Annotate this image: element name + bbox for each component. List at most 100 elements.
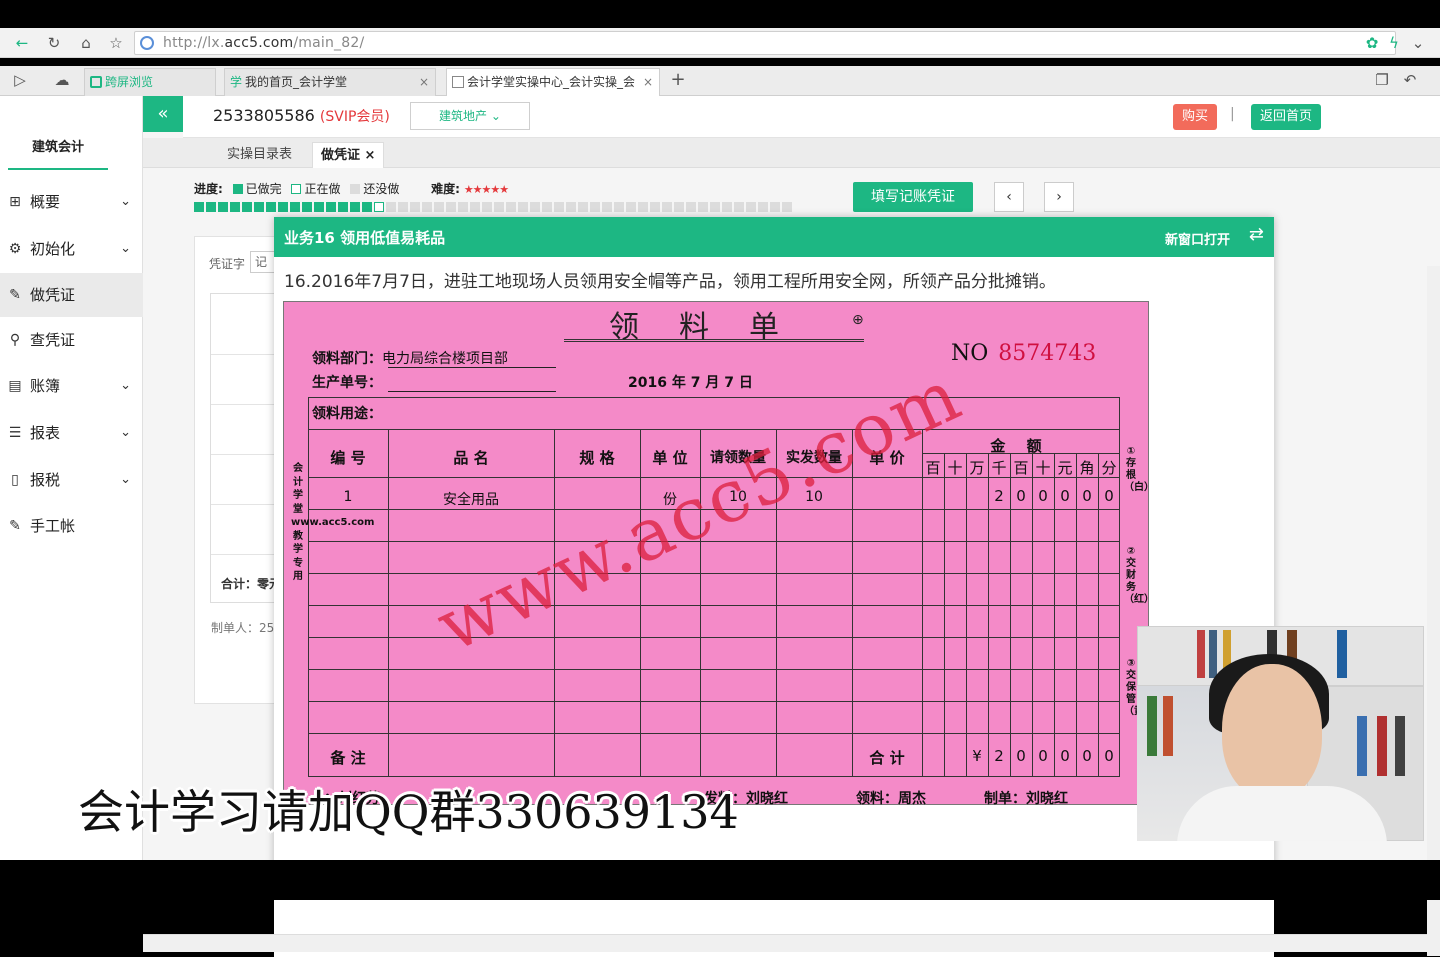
progress-square[interactable]: [254, 202, 264, 212]
buy-button[interactable]: 购买: [1173, 104, 1217, 130]
progress-square[interactable]: [566, 202, 576, 212]
tab-make-voucher[interactable]: 做凭证 ×: [312, 142, 385, 168]
cloud-icon[interactable]: ☁: [52, 70, 72, 90]
voucher-form-background: 凭证字 记 合计：零元 制单人：25: [194, 236, 286, 704]
progress-square[interactable]: [638, 202, 648, 212]
horizontal-scrollbar[interactable]: [143, 934, 1427, 952]
vertical-scrollbar[interactable]: [1427, 266, 1440, 956]
progress-square[interactable]: [218, 202, 228, 212]
menu-chevron-icon[interactable]: ⌄: [1408, 33, 1428, 53]
progress-square[interactable]: [554, 202, 564, 212]
url-path: /main_82/: [293, 35, 365, 51]
undo-icon[interactable]: ↶: [1400, 70, 1420, 90]
progress-square[interactable]: [266, 202, 276, 212]
book: [1337, 630, 1347, 678]
progress-square[interactable]: [734, 202, 744, 212]
sidebar-item-overview[interactable]: ⊞ 概要 ⌄: [0, 180, 143, 224]
progress-square[interactable]: [530, 202, 540, 212]
progress-square[interactable]: [374, 202, 384, 212]
sync-icon[interactable]: ✿: [1362, 33, 1382, 53]
progress-square[interactable]: [194, 202, 204, 212]
refresh-icon[interactable]: ↻: [44, 33, 64, 53]
progress-square[interactable]: [674, 202, 684, 212]
progress-square[interactable]: [782, 202, 792, 212]
fill-voucher-button[interactable]: 填写记账凭证: [853, 182, 973, 212]
sidebar-item-manual[interactable]: ✎ 手工帐: [0, 504, 143, 548]
tab-cross-screen[interactable]: 跨屏浏览: [84, 68, 216, 96]
sidebar-item-tax[interactable]: ▯ 报税 ⌄: [0, 458, 143, 502]
progress-square[interactable]: [614, 202, 624, 212]
modal-title: 业务16 领用低值易耗品: [284, 229, 446, 247]
sidebar-item-reports[interactable]: ☰ 报表 ⌄: [0, 411, 143, 455]
collapse-sidebar-button[interactable]: «: [143, 96, 183, 132]
tab-practice-center[interactable]: 会计学堂实操中心_会计实操_会 ×: [446, 68, 660, 96]
progress-square[interactable]: [302, 202, 312, 212]
star-icon[interactable]: ☆: [106, 33, 126, 53]
progress-square[interactable]: [662, 202, 672, 212]
window-icon[interactable]: ❐: [1372, 70, 1392, 90]
tab-practice-catalog[interactable]: 实操目录表: [219, 142, 300, 168]
progress-square[interactable]: [770, 202, 780, 212]
sidebar-item-make-voucher[interactable]: ✎ 做凭证: [0, 273, 143, 317]
progress-square[interactable]: [422, 202, 432, 212]
close-icon[interactable]: ×: [419, 69, 429, 96]
subtab-bar: 实操目录表 做凭证 ×: [143, 138, 1440, 168]
progress-square[interactable]: [470, 202, 480, 212]
progress-square[interactable]: [434, 202, 444, 212]
industry-dropdown[interactable]: 建筑地产 ⌄: [410, 102, 530, 130]
home-icon[interactable]: ⌂: [76, 33, 96, 53]
next-button[interactable]: ›: [1044, 182, 1074, 212]
progress-square[interactable]: [398, 202, 408, 212]
url-field[interactable]: http://lx.acc5.com/main_82/: [134, 31, 1396, 55]
header-separator: |: [1230, 106, 1235, 122]
swap-icon[interactable]: ⇄: [1249, 224, 1264, 245]
return-home-button[interactable]: 返回首页: [1251, 104, 1321, 130]
back-icon[interactable]: ←: [12, 33, 32, 53]
progress-square[interactable]: [758, 202, 768, 212]
progress-square[interactable]: [362, 202, 372, 212]
progress-square[interactable]: [242, 202, 252, 212]
progress-square[interactable]: [686, 202, 696, 212]
progress-square[interactable]: [542, 202, 552, 212]
progress-square[interactable]: [494, 202, 504, 212]
progress-square[interactable]: [482, 202, 492, 212]
progress-square[interactable]: [326, 202, 336, 212]
url-domain: acc5.com: [224, 35, 294, 51]
header-name: 品 名: [453, 449, 489, 467]
sidebar-toggle-icon[interactable]: ▷: [10, 70, 30, 90]
progress-square[interactable]: [338, 202, 348, 212]
progress-square[interactable]: [722, 202, 732, 212]
progress-square[interactable]: [710, 202, 720, 212]
close-icon[interactable]: ×: [643, 69, 653, 96]
progress-square[interactable]: [230, 202, 240, 212]
progress-square[interactable]: [446, 202, 456, 212]
progress-square[interactable]: [650, 202, 660, 212]
open-new-window-link[interactable]: 新窗口打开: [1165, 229, 1230, 248]
progress-square[interactable]: [314, 202, 324, 212]
chevron-down-icon: ⌄: [120, 472, 131, 487]
progress-square[interactable]: [746, 202, 756, 212]
progress-square[interactable]: [626, 202, 636, 212]
progress-square[interactable]: [386, 202, 396, 212]
bolt-icon[interactable]: ϟ: [1384, 33, 1404, 53]
progress-square[interactable]: [698, 202, 708, 212]
tab-my-home[interactable]: 学 我的首页_会计学堂 ×: [224, 68, 436, 96]
new-tab-icon[interactable]: +: [668, 70, 688, 90]
sidebar-item-ledger[interactable]: ▤ 账簿 ⌄: [0, 364, 143, 408]
sidebar-item-query-voucher[interactable]: ⚲ 查凭证: [0, 318, 143, 362]
progress-square[interactable]: [506, 202, 516, 212]
progress-square[interactable]: [518, 202, 528, 212]
progress-square[interactable]: [350, 202, 360, 212]
progress-square[interactable]: [602, 202, 612, 212]
progress-square[interactable]: [458, 202, 468, 212]
progress-square[interactable]: [590, 202, 600, 212]
progress-square[interactable]: [290, 202, 300, 212]
progress-square[interactable]: [578, 202, 588, 212]
file-icon: ▯: [11, 472, 19, 488]
progress-square[interactable]: [206, 202, 216, 212]
progress-square[interactable]: [278, 202, 288, 212]
zoom-in-icon[interactable]: ⊕: [852, 312, 864, 328]
sidebar-item-init[interactable]: ⚙ 初始化 ⌄: [0, 227, 143, 271]
progress-square[interactable]: [410, 202, 420, 212]
prev-button[interactable]: ‹: [994, 182, 1024, 212]
